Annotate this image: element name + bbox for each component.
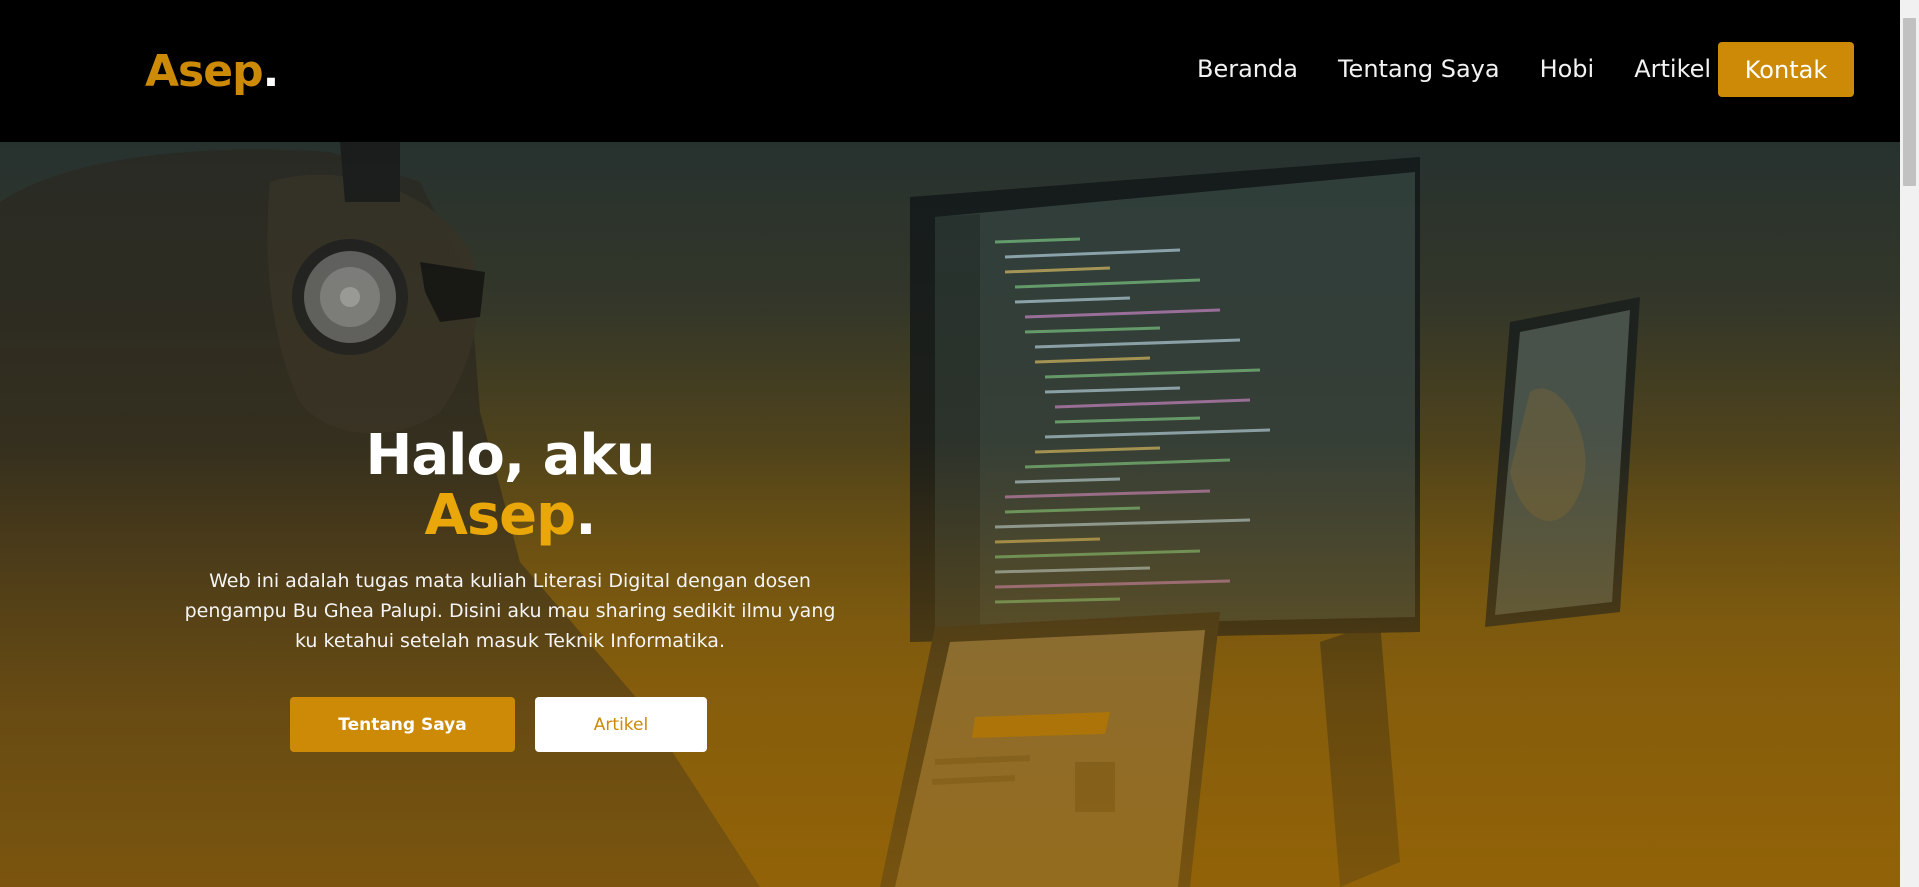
hero-title: Halo, aku Asep. — [160, 426, 860, 546]
nav-link-beranda[interactable]: Beranda — [1197, 55, 1298, 83]
hero-content: Halo, aku Asep. Web ini adalah tugas mat… — [160, 426, 860, 656]
hero-title-name: Asep — [424, 483, 576, 548]
hero-title-dot: . — [575, 483, 596, 548]
nav-links: Beranda Tentang Saya Hobi Artikel — [1197, 55, 1751, 83]
scrollbar-thumb[interactable] — [1903, 18, 1916, 186]
brand-name: Asep — [145, 46, 264, 97]
hero-section: Halo, aku Asep. Web ini adalah tugas mat… — [0, 142, 1900, 887]
brand-dot: . — [262, 46, 280, 97]
tentang-saya-button[interactable]: Tentang Saya — [290, 697, 515, 752]
artikel-button[interactable]: Artikel — [535, 697, 707, 752]
kontak-button[interactable]: Kontak — [1718, 42, 1854, 97]
nav-link-hobi[interactable]: Hobi — [1540, 55, 1595, 83]
nav-link-tentang-saya[interactable]: Tentang Saya — [1338, 55, 1500, 83]
hero-title-greeting: Halo, aku — [365, 423, 656, 488]
navbar: Asep. Beranda Tentang Saya Hobi Artikel … — [0, 0, 1900, 142]
vertical-scrollbar[interactable] — [1900, 0, 1919, 887]
hero-description: Web ini adalah tugas mata kuliah Literas… — [184, 570, 836, 652]
hero-buttons: Tentang Saya Artikel — [290, 697, 707, 752]
brand-logo[interactable]: Asep. — [145, 46, 280, 97]
nav-link-artikel[interactable]: Artikel — [1634, 55, 1711, 83]
